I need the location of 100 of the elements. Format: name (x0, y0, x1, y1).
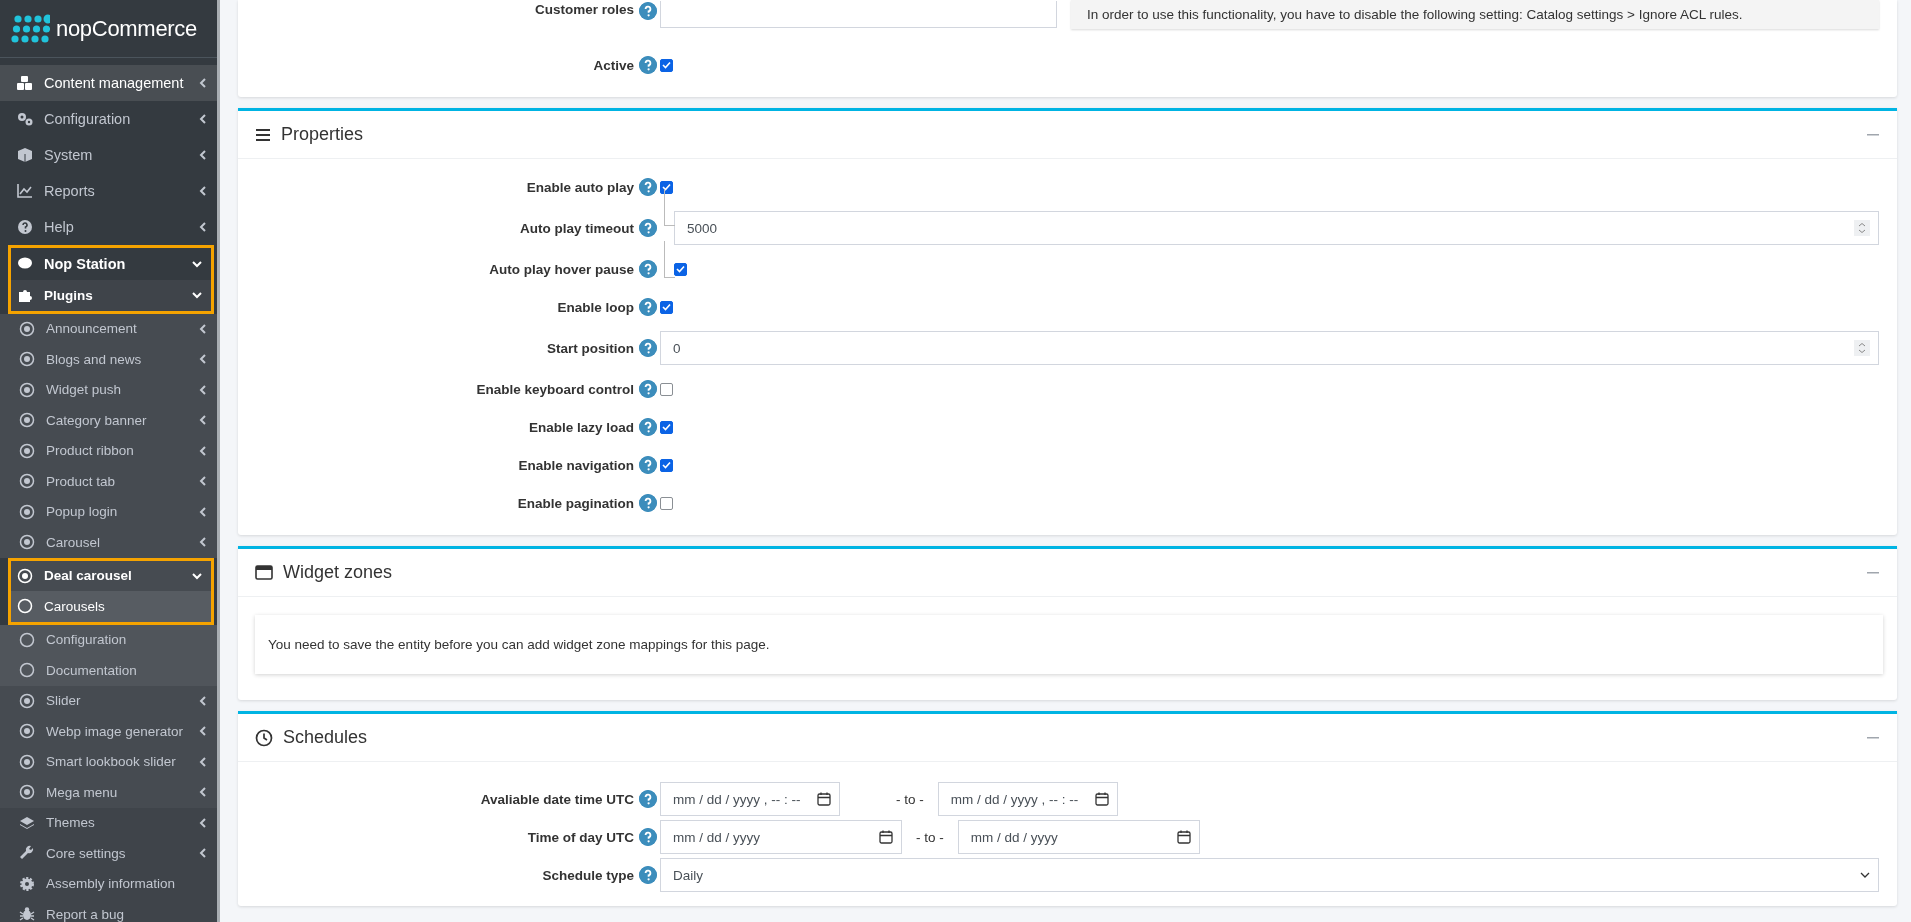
bug-icon (18, 906, 36, 922)
sidebar-item[interactable]: Configuration (0, 624, 217, 655)
sidebar-item[interactable]: Product ribbon (0, 435, 217, 466)
chevron-left-icon (197, 221, 209, 233)
help-icon[interactable] (639, 380, 657, 398)
field-label: Customer roles (533, 2, 634, 17)
range-separator: - to - (916, 829, 944, 845)
sidebar-item[interactable]: Webp image generator (0, 716, 217, 747)
radio-dot-icon (18, 503, 36, 520)
date-field[interactable]: mm / dd / yyyy , -- : -- (937, 782, 1118, 816)
number-field[interactable]: 5000 (674, 211, 1879, 245)
checkbox[interactable] (660, 382, 673, 396)
sidebar-item[interactable]: Smart lookbook slider (0, 746, 217, 777)
checkbox[interactable] (660, 300, 673, 314)
logo-dots-icon (10, 13, 50, 44)
field-label: Enable navigation (517, 457, 634, 473)
help-icon[interactable] (639, 219, 657, 237)
sidebar-item[interactable]: Popup login (0, 496, 217, 527)
calendar-icon[interactable] (817, 792, 831, 806)
field-label: Start position (546, 340, 634, 356)
sidebar-item[interactable]: Content management (0, 65, 217, 101)
sidebar-item[interactable]: Core settings (0, 838, 217, 869)
field-label: Schedule type (541, 867, 634, 883)
sidebar-item[interactable]: Reports (0, 173, 217, 209)
checkbox[interactable] (660, 458, 673, 472)
cubes-icon (16, 75, 34, 91)
number-field[interactable]: 0 (660, 331, 1879, 365)
help-icon[interactable] (639, 790, 657, 808)
help-icon[interactable] (639, 339, 657, 357)
box-icon (16, 147, 34, 163)
field-label: Avaliable date time UTC (479, 791, 634, 807)
calendar-icon[interactable] (1176, 830, 1191, 844)
help-icon (16, 219, 34, 235)
menu-icon (255, 127, 271, 142)
chevron-left-icon (197, 383, 209, 396)
range-separator: - to - (896, 791, 924, 807)
sidebar-item[interactable]: Widget push (0, 374, 217, 405)
spinner-icon[interactable] (1854, 340, 1870, 356)
select-field[interactable]: Daily (660, 858, 1879, 892)
window-icon (255, 565, 273, 580)
wrench-icon (18, 845, 36, 862)
radio-dot-icon (18, 381, 36, 398)
chevron-left-icon (197, 755, 209, 768)
checkbox[interactable] (660, 420, 673, 434)
checkbox[interactable] (660, 58, 673, 72)
chevron-left-icon (197, 505, 209, 518)
sidebar-item[interactable]: System (0, 137, 217, 173)
sidebar-item[interactable]: Deal carousel (11, 560, 211, 591)
calendar-icon[interactable] (879, 830, 893, 844)
checkbox[interactable] (660, 496, 673, 510)
sidebar-item[interactable]: Carousels (11, 591, 211, 622)
sidebar-item[interactable]: Assembly information (0, 868, 217, 899)
help-icon[interactable] (639, 866, 657, 884)
help-icon[interactable] (639, 828, 657, 846)
chevron-left-icon (197, 536, 209, 549)
help-icon[interactable] (639, 2, 657, 20)
sidebar-item[interactable]: Report a bug (0, 899, 217, 922)
chevron-down-icon (191, 570, 203, 581)
help-icon[interactable] (639, 260, 657, 278)
chevron-left-icon (197, 149, 209, 161)
radio-dot-icon (18, 692, 36, 709)
chevron-left-icon (197, 353, 209, 366)
chevron-left-icon (197, 786, 209, 799)
chevron-left-icon (197, 444, 209, 457)
checkbox[interactable] (674, 262, 687, 276)
sidebar-item[interactable]: Carousel (0, 527, 217, 558)
help-icon[interactable] (639, 178, 657, 196)
roles-field[interactable] (660, 1, 1057, 28)
help-icon[interactable] (639, 418, 657, 436)
sidebar-item[interactable]: Blogs and news (0, 344, 217, 375)
help-icon[interactable] (639, 456, 657, 474)
sidebar-item[interactable]: Nop Station (11, 248, 211, 280)
date-field[interactable]: mm / dd / yyyy (660, 820, 902, 854)
chevron-left-icon (197, 414, 209, 427)
field-label: Enable keyboard control (475, 381, 634, 397)
sidebar-item[interactable]: Mega menu (0, 777, 217, 808)
radio-dot-icon (18, 534, 36, 551)
field-label: Auto play hover pause (488, 261, 634, 277)
chevron-left-icon (197, 475, 209, 488)
help-icon[interactable] (639, 56, 657, 74)
calendar-icon[interactable] (1094, 792, 1109, 806)
sidebar-item[interactable]: Slider (0, 685, 217, 716)
sidebar-item[interactable]: Configuration (0, 101, 217, 137)
checkbox[interactable] (660, 180, 673, 194)
sidebar-item[interactable]: Documentation (0, 655, 217, 686)
field-label: Time of day UTC (526, 829, 634, 845)
help-icon[interactable] (639, 494, 657, 512)
date-field[interactable]: mm / dd / yyyy , -- : -- (660, 782, 840, 816)
sidebar-item[interactable]: Announcement (0, 313, 217, 344)
sidebar-item[interactable]: Help (0, 209, 217, 245)
sidebar-item[interactable]: Plugins (11, 280, 211, 311)
spinner-icon[interactable] (1854, 220, 1870, 236)
sidebar-item[interactable]: Themes (0, 807, 217, 838)
radio-dot-icon (18, 784, 36, 801)
sidebar-item[interactable]: Category banner (0, 405, 217, 436)
chart-icon (16, 183, 34, 199)
chevron-left-icon (197, 725, 209, 738)
date-field[interactable]: mm / dd / yyyy (957, 820, 1200, 854)
sidebar-item[interactable]: Product tab (0, 466, 217, 497)
help-icon[interactable] (639, 298, 657, 316)
